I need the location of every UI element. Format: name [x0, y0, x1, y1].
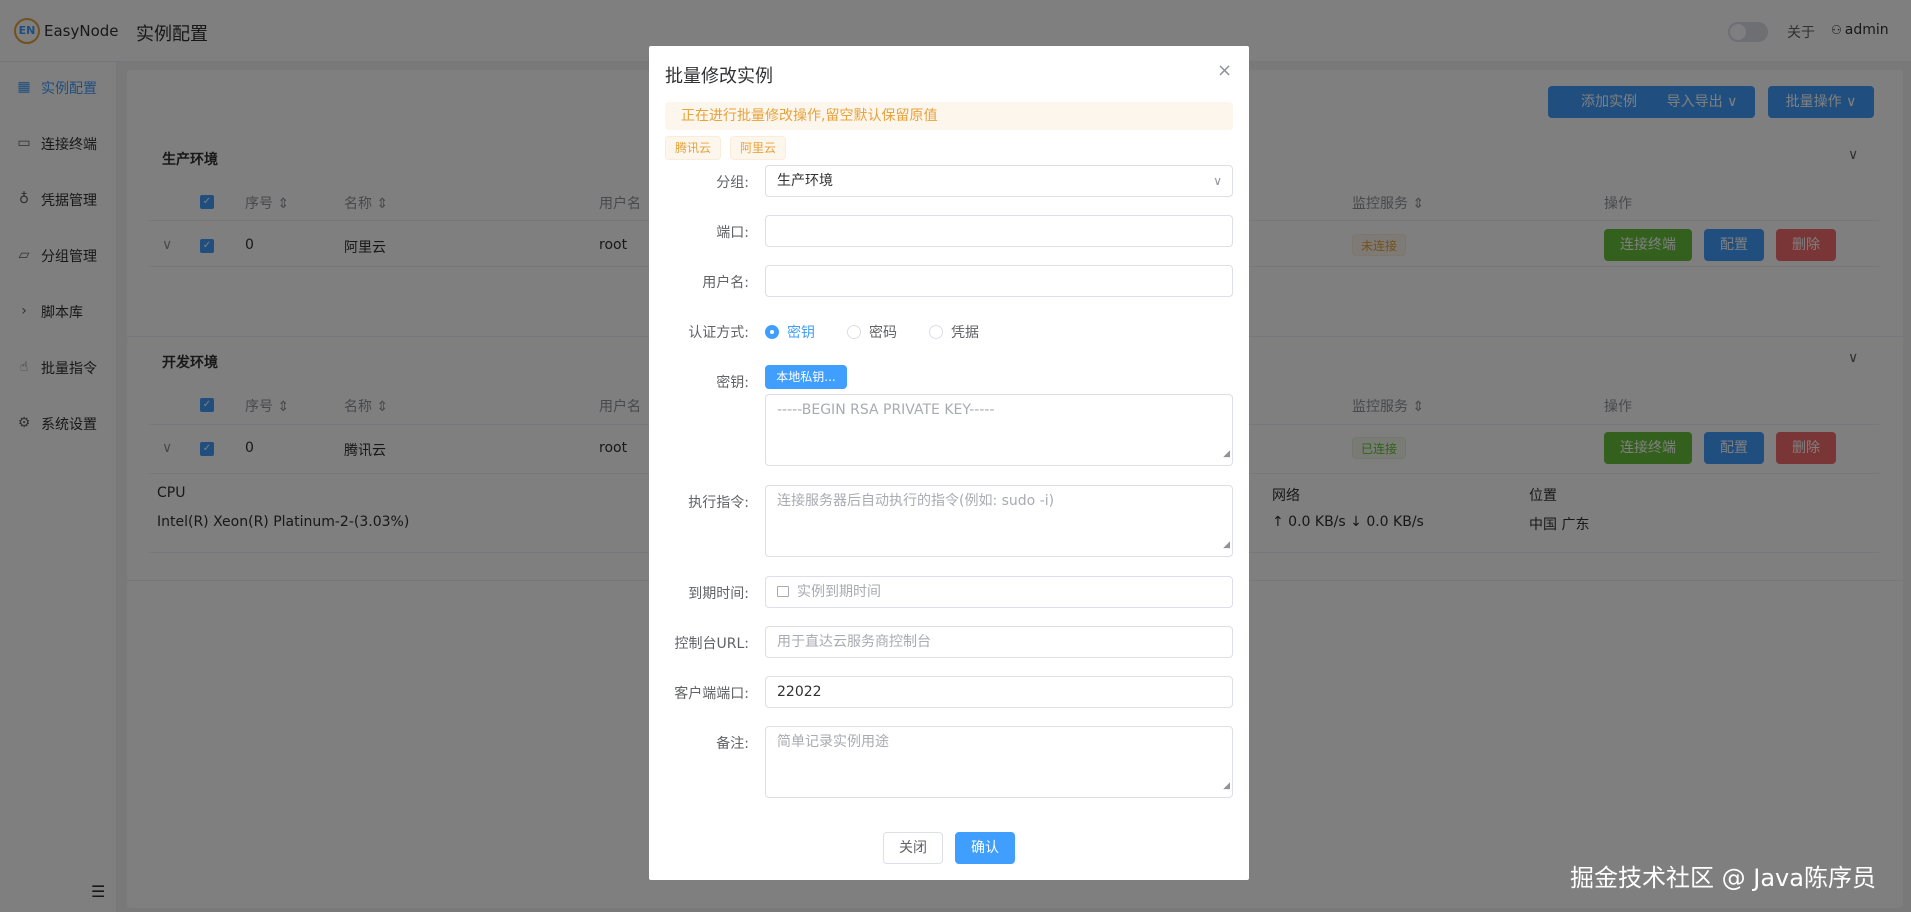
radio-label: 密码 — [869, 325, 897, 341]
watermark: 掘金技术社区 @ Java陈序员 — [1570, 864, 1876, 892]
command-placeholder: 连接服务器后自动执行的指令(例如: sudo -i) — [777, 493, 1055, 509]
group-label: 分组: — [716, 175, 749, 191]
expire-label: 到期时间: — [688, 586, 749, 602]
port-label: 端口: — [716, 225, 749, 241]
local-private-key-button[interactable]: 本地私钥... — [765, 365, 847, 389]
radio-dot — [929, 325, 943, 339]
auth-radio-credential[interactable]: 凭据 — [929, 322, 979, 342]
group-select-value: 生产环境 — [777, 173, 833, 189]
remark-placeholder: 简单记录实例用途 — [777, 734, 889, 750]
username-input[interactable] — [765, 265, 1233, 297]
resize-handle-icon[interactable]: ◢ — [1223, 776, 1230, 796]
expire-date-picker[interactable]: 实例到期时间 — [765, 576, 1233, 608]
radio-label: 密钥 — [787, 325, 815, 341]
auth-radio-password[interactable]: 密码 — [847, 322, 897, 342]
private-key-placeholder: -----BEGIN RSA PRIVATE KEY----- — [777, 402, 995, 418]
radio-label: 凭据 — [951, 325, 979, 341]
chevron-down-icon: ∨ — [1213, 174, 1222, 188]
username-label: 用户名: — [702, 275, 749, 291]
dialog-title: 批量修改实例 — [665, 66, 773, 87]
close-icon[interactable]: × — [1217, 60, 1232, 81]
warning-alert: 正在进行批量修改操作,留空默认保留原值 — [665, 102, 1233, 130]
private-key-textarea[interactable]: -----BEGIN RSA PRIVATE KEY----- ◢ — [765, 394, 1233, 466]
group-select[interactable]: 生产环境 ∨ — [765, 165, 1233, 197]
batch-edit-dialog: 批量修改实例 × 正在进行批量修改操作,留空默认保留原值 腾讯云 阿里云 分组:… — [649, 46, 1249, 880]
radio-dot — [847, 325, 861, 339]
confirm-button[interactable]: 确认 — [955, 832, 1015, 864]
client-port-input[interactable]: 22022 — [765, 676, 1233, 708]
selected-instance-tag: 阿里云 — [730, 136, 787, 160]
resize-handle-icon[interactable]: ◢ — [1223, 535, 1230, 555]
key-label: 密钥: — [716, 375, 749, 391]
port-input[interactable] — [765, 215, 1233, 247]
auth-type-label: 认证方式: — [688, 325, 749, 341]
radio-dot — [765, 325, 779, 339]
command-label: 执行指令: — [688, 495, 749, 511]
auth-radio-key[interactable]: 密钥 — [765, 322, 815, 342]
remark-label: 备注: — [716, 736, 749, 752]
calendar-icon — [777, 586, 789, 597]
resize-handle-icon[interactable]: ◢ — [1223, 444, 1230, 464]
close-button[interactable]: 关闭 — [883, 832, 943, 864]
remark-textarea[interactable]: 简单记录实例用途 ◢ — [765, 726, 1233, 798]
expire-placeholder: 实例到期时间 — [797, 584, 881, 600]
client-port-label: 客户端端口: — [674, 686, 749, 702]
selected-instance-tag: 腾讯云 — [665, 136, 722, 160]
command-textarea[interactable]: 连接服务器后自动执行的指令(例如: sudo -i) ◢ — [765, 485, 1233, 557]
console-url-input[interactable]: 用于直达云服务商控制台 — [765, 626, 1233, 658]
console-url-label: 控制台URL: — [674, 636, 750, 652]
